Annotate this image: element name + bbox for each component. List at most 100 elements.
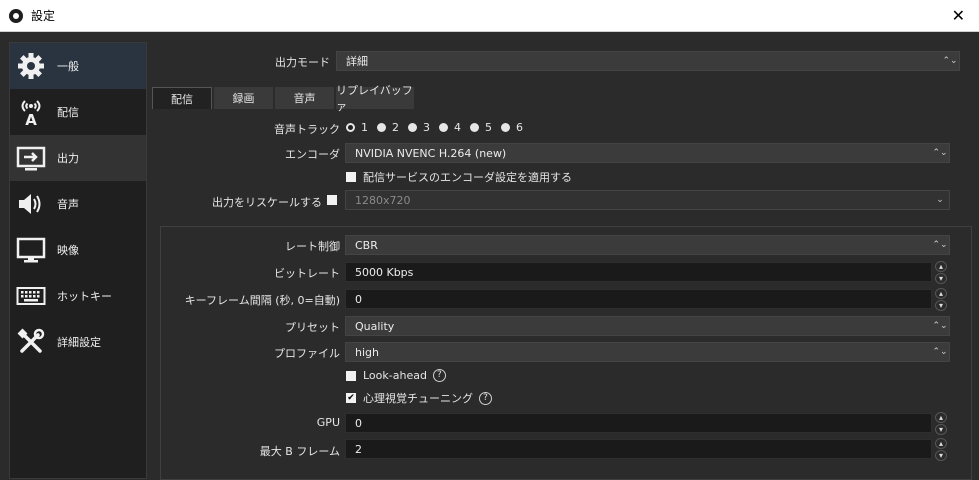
audio-track-radio-group: 1 2 3 4 5 6 [346, 121, 532, 134]
output-tabs: 配信 録画 音声 リプレイバッファ [152, 84, 416, 113]
spin-up-icon[interactable]: ▴ [935, 288, 947, 299]
checkbox-icon [327, 195, 337, 205]
audio-track-label: 音声トラック [274, 123, 340, 136]
title-bar: 設定 ✕ [0, 0, 979, 32]
help-icon[interactable]: ? [479, 391, 492, 405]
close-icon[interactable]: ✕ [952, 6, 965, 25]
psycho-visual-tuning-checkbox[interactable]: ✔ 心理視覚チューニング ? [346, 390, 492, 406]
sidebar-item-advanced[interactable]: 詳細設定 [10, 319, 146, 365]
output-mode-value: 詳細 [346, 55, 368, 68]
sidebar-item-output[interactable]: 出力 [10, 135, 146, 181]
sidebar-item-label: 配信 [57, 106, 79, 119]
bitrate-spinner[interactable]: ▴ ▾ [933, 261, 949, 284]
keyboard-icon [15, 280, 47, 312]
rescale-value: 1280x720 [355, 193, 411, 207]
sidebar-item-label: 詳細設定 [57, 336, 101, 349]
rescale-resolution-select[interactable]: 1280x720 ⌄ [345, 190, 950, 210]
encoder-select[interactable]: NVIDIA NVENC H.264 (new) ⌃⌄ [345, 143, 950, 163]
spin-down-icon[interactable]: ▾ [935, 300, 947, 311]
output-settings-panel: 出力モード 詳細 ⌃⌄ 配信 録画 音声 リプレイバッファ 音声トラック 1 2… [152, 42, 972, 480]
monitor-icon [15, 234, 47, 266]
radio-icon [501, 123, 510, 132]
updown-arrows-icon: ⌃⌄ [932, 148, 948, 158]
updown-arrows-icon: ⌃⌄ [932, 321, 948, 331]
checkbox-icon [346, 172, 356, 182]
broadcast-icon: A [15, 96, 47, 128]
sidebar-item-audio[interactable]: 音声 [10, 181, 146, 227]
tab-streaming[interactable]: 配信 [152, 87, 212, 109]
enforce-service-settings-checkbox[interactable]: 配信サービスのエンコーダ設定を適用する [346, 169, 572, 185]
chevron-down-icon: ⌄ [936, 195, 944, 205]
updown-arrows-icon: ⌃⌄ [932, 240, 948, 250]
bframes-spinner[interactable]: ▴ ▾ [933, 438, 949, 461]
gpu-spinner[interactable]: ▴ ▾ [933, 412, 949, 435]
updown-arrows-icon: ⌃⌄ [942, 56, 958, 66]
keyframe-interval-input[interactable]: 0 [345, 289, 932, 309]
rate-control-label: レート制御 [285, 240, 340, 253]
checkbox-icon [346, 370, 356, 381]
sidebar-item-video[interactable]: 映像 [10, 227, 146, 273]
spin-down-icon[interactable]: ▾ [935, 424, 947, 435]
gpu-value: 0 [355, 416, 362, 430]
sidebar-item-label: 出力 [57, 152, 79, 165]
spin-up-icon[interactable]: ▴ [935, 438, 947, 449]
rescale-label: 出力をリスケールする [212, 196, 322, 209]
sidebar-item-label: 映像 [57, 244, 79, 257]
audio-track-radio[interactable]: 1 [346, 121, 368, 134]
encoder-label: エンコーダ [285, 148, 340, 161]
encoder-value: NVIDIA NVENC H.264 (new) [355, 146, 507, 160]
tab-recording[interactable]: 録画 [214, 87, 273, 109]
sidebar-item-label: 一般 [57, 60, 79, 73]
bitrate-value: 5000 Kbps [355, 265, 414, 279]
radio-selected-icon [346, 123, 355, 132]
audio-track-radio[interactable]: 2 [377, 121, 399, 134]
checkbox-checked-icon: ✔ [346, 393, 356, 403]
lookahead-checkbox[interactable]: Look-ahead ? [346, 369, 446, 382]
gear-icon [15, 50, 47, 82]
max-bframes-input[interactable]: 2 [345, 439, 932, 459]
rate-control-value: CBR [355, 238, 378, 252]
radio-icon [408, 123, 417, 132]
tab-audio[interactable]: 音声 [275, 87, 334, 109]
radio-icon [377, 123, 386, 132]
audio-track-radio[interactable]: 4 [439, 121, 461, 134]
radio-icon [470, 123, 479, 132]
radio-icon [439, 123, 448, 132]
sidebar-item-label: ホットキー [57, 290, 112, 303]
help-icon[interactable]: ? [432, 369, 446, 382]
output-mode-select[interactable]: 詳細 ⌃⌄ [336, 51, 960, 71]
audio-track-radio[interactable]: 3 [408, 121, 430, 134]
tools-icon [15, 326, 47, 358]
keyframe-interval-value: 0 [355, 292, 362, 306]
keyframe-spinner[interactable]: ▴ ▾ [933, 288, 949, 311]
tab-replay-buffer[interactable]: リプレイバッファ [336, 84, 414, 113]
preset-select[interactable]: Quality ⌃⌄ [345, 316, 950, 336]
gpu-input[interactable]: 0 [345, 413, 932, 433]
spin-down-icon[interactable]: ▾ [935, 273, 947, 284]
profile-value: high [355, 345, 379, 359]
speaker-icon [15, 188, 47, 220]
sidebar-item-stream[interactable]: A 配信 [10, 89, 146, 135]
keyframe-interval-label: キーフレーム間隔 (秒, 0=自動) [184, 294, 340, 307]
settings-sidebar: 一般 A 配信 出力 音声 映像 ホットキー 詳細設定 [9, 42, 147, 479]
spin-up-icon[interactable]: ▴ [935, 412, 947, 423]
updown-arrows-icon: ⌃⌄ [932, 347, 948, 357]
sidebar-item-label: 音声 [57, 198, 79, 211]
window-title: 設定 [31, 9, 56, 23]
sidebar-item-general[interactable]: 一般 [10, 43, 146, 89]
rate-control-select[interactable]: CBR ⌃⌄ [345, 235, 950, 255]
sidebar-item-hotkeys[interactable]: ホットキー [10, 273, 146, 319]
spin-down-icon[interactable]: ▾ [935, 450, 947, 461]
svg-text:A: A [25, 111, 37, 127]
profile-label: プロファイル [274, 347, 340, 360]
max-bframes-label: 最大 B フレーム [259, 445, 340, 458]
audio-track-radio[interactable]: 5 [470, 121, 492, 134]
rescale-checkbox[interactable] [327, 195, 344, 205]
preset-value: Quality [355, 319, 395, 333]
output-mode-label: 出力モード [275, 56, 330, 69]
spin-up-icon[interactable]: ▴ [935, 261, 947, 272]
max-bframes-value: 2 [355, 442, 362, 456]
profile-select[interactable]: high ⌃⌄ [345, 342, 950, 362]
bitrate-input[interactable]: 5000 Kbps [345, 262, 932, 282]
audio-track-radio[interactable]: 6 [501, 121, 523, 134]
